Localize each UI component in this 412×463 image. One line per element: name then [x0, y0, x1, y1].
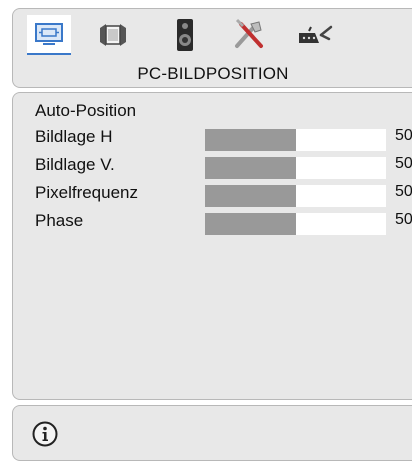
phase-slider[interactable] [205, 213, 386, 235]
pixelfrequenz-label: Pixelfrequenz [35, 183, 139, 202]
bildlage-v-label: Bildlage V. [35, 155, 115, 174]
monitor-icon [35, 23, 63, 45]
tab-audio[interactable] [163, 15, 207, 55]
auto-position-item[interactable]: Auto-Position [35, 99, 412, 125]
bildlage-v-value: 50 [395, 155, 412, 172]
tab-source[interactable] [293, 15, 337, 55]
bildlage-h-slider[interactable] [205, 129, 386, 151]
phase-value: 50 [395, 211, 412, 228]
phase-row[interactable]: Phase 50 [35, 209, 412, 235]
info-bar [12, 405, 412, 461]
tab-screen[interactable] [91, 15, 135, 55]
pixelfrequenz-slider[interactable] [205, 185, 386, 207]
bildlage-h-label: Bildlage H [35, 127, 113, 146]
tab-pc[interactable] [27, 15, 71, 55]
auto-position-label: Auto-Position [35, 101, 137, 120]
bildlage-h-slider-fill [205, 129, 296, 151]
pixelfrequenz-slider-fill [205, 185, 296, 207]
settings-panel: Auto-Position Bildlage H 50 Bildlage V. … [12, 92, 412, 400]
menu-title: PC-BILDPOSITION [137, 64, 289, 83]
speaker-icon [177, 19, 193, 51]
bildlage-h-row[interactable]: Bildlage H 50 [35, 125, 412, 151]
screen-frame-icon [100, 24, 126, 46]
info-icon[interactable] [31, 420, 59, 448]
bildlage-v-slider-fill [205, 157, 296, 179]
bildlage-v-slider[interactable] [205, 157, 386, 179]
connector-icon [299, 25, 333, 43]
bildlage-v-row[interactable]: Bildlage V. 50 [35, 153, 412, 179]
pixelfrequenz-value: 50 [395, 183, 412, 200]
tab-header-panel: PC-BILDPOSITION [12, 8, 412, 88]
pixelfrequenz-row[interactable]: Pixelfrequenz 50 [35, 181, 412, 207]
tab-tools[interactable] [227, 15, 271, 55]
tools-icon [235, 18, 263, 48]
phase-slider-fill [205, 213, 296, 235]
bildlage-h-value: 50 [395, 127, 412, 144]
phase-label: Phase [35, 211, 84, 230]
